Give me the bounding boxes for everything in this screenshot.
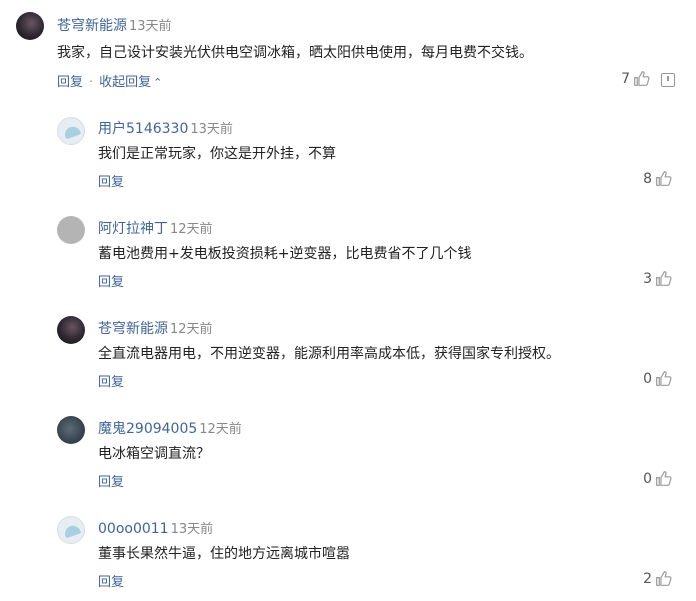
like-button[interactable]: 2 bbox=[643, 570, 672, 587]
comment-username[interactable]: 苍穹新能源 13天前 bbox=[57, 15, 172, 35]
like-count: 3 bbox=[643, 270, 652, 287]
comment-text: 我家，自己设计安装光伏供电空调冰箱，晒太阳供电使用，每月电费不交钱。 bbox=[57, 45, 533, 61]
like-count: 0 bbox=[643, 370, 652, 387]
comment-time: 13天前 bbox=[170, 522, 214, 537]
comment-time: 13天前 bbox=[190, 122, 233, 137]
comment-text: 全直流电器用电，不用逆变器，能源利用率高成本低，获得国家专利授权。 bbox=[98, 346, 560, 362]
avatar[interactable] bbox=[57, 416, 85, 444]
comment-username[interactable]: 阿灯拉神丁 12天前 bbox=[98, 218, 213, 238]
comment-text: 我们是正常玩家，你这是开外挂，不算 bbox=[98, 146, 336, 162]
like-count: 7 bbox=[621, 70, 630, 87]
collapse-replies-button[interactable]: 收起回复 bbox=[99, 75, 151, 90]
reply-button[interactable]: 回复 bbox=[98, 371, 124, 390]
comment-time: 12天前 bbox=[170, 222, 213, 237]
username-text[interactable]: 阿灯拉神丁 bbox=[98, 221, 168, 237]
reply-button[interactable]: 回复 bbox=[98, 171, 124, 190]
username-text[interactable]: 苍穹新能源 bbox=[98, 321, 168, 337]
reply-button[interactable]: 回复 bbox=[98, 471, 124, 490]
username-text[interactable]: 苍穹新能源 bbox=[57, 18, 127, 34]
reply-button[interactable]: 回复 bbox=[98, 571, 124, 590]
like-button[interactable]: 8 bbox=[643, 170, 672, 187]
comment-text: 董事长果然牛逼，住的地方远离城市喧嚣 bbox=[98, 546, 350, 562]
like-count: 8 bbox=[643, 170, 652, 187]
avatar[interactable] bbox=[57, 516, 85, 544]
thumbs-up-icon[interactable] bbox=[655, 370, 672, 387]
thumbs-up-icon[interactable] bbox=[655, 470, 672, 487]
comment-time: 12天前 bbox=[170, 322, 213, 337]
chevron-up-icon[interactable]: ⌃ bbox=[153, 76, 162, 89]
avatar[interactable] bbox=[57, 216, 85, 244]
comment-text: 电冰箱空调直流？ bbox=[98, 446, 210, 462]
report-icon[interactable] bbox=[661, 73, 675, 87]
like-button[interactable]: 0 bbox=[643, 370, 672, 387]
username-text[interactable]: 用户5146330 bbox=[98, 121, 188, 137]
comment-username[interactable]: 00oo0011 13天前 bbox=[98, 518, 213, 537]
like-count: 2 bbox=[643, 570, 652, 587]
username-text[interactable]: 魔鬼29094005 bbox=[98, 421, 197, 437]
comment-username[interactable]: 用户5146330 13天前 bbox=[98, 118, 233, 138]
avatar[interactable] bbox=[16, 12, 44, 40]
thumbs-up-icon[interactable] bbox=[655, 170, 672, 187]
avatar[interactable] bbox=[57, 316, 85, 344]
thumbs-up-icon[interactable] bbox=[633, 70, 650, 87]
like-button[interactable]: 3 bbox=[643, 270, 672, 287]
comment-username[interactable]: 苍穹新能源 12天前 bbox=[98, 318, 213, 338]
thumbs-up-icon[interactable] bbox=[655, 270, 672, 287]
thumbs-up-icon[interactable] bbox=[655, 570, 672, 587]
reply-button[interactable]: 回复 bbox=[57, 75, 83, 90]
comment-time: 13天前 bbox=[129, 19, 172, 34]
reply-button[interactable]: 回复 bbox=[98, 271, 124, 290]
like-button[interactable]: 0 bbox=[643, 470, 672, 487]
reply-row: 回复 · 收起回复 ⌃ bbox=[57, 71, 162, 90]
avatar[interactable] bbox=[57, 117, 85, 145]
comment-text: 蓄电池费用+发电板投资损耗+逆变器，比电费省不了几个钱 bbox=[98, 246, 472, 262]
separator-dot: · bbox=[89, 75, 94, 90]
like-button[interactable]: 7 bbox=[621, 70, 650, 87]
username-text[interactable]: 00oo0011 bbox=[98, 521, 169, 537]
comment-username[interactable]: 魔鬼29094005 12天前 bbox=[98, 418, 242, 438]
like-count: 0 bbox=[643, 470, 652, 487]
comment-time: 12天前 bbox=[199, 422, 242, 437]
